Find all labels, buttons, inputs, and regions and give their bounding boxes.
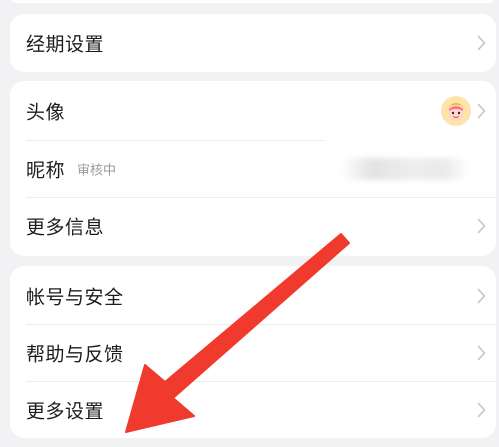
more-settings-row[interactable]: 更多设置 xyxy=(10,382,496,438)
nickname-row[interactable]: 昵称 审核中 xyxy=(10,141,496,197)
chevron-right-icon xyxy=(477,103,486,119)
period-settings-card: 经期设置 xyxy=(10,14,496,72)
more-info-row[interactable]: 更多信息 xyxy=(10,198,496,254)
top-partial-card xyxy=(10,0,496,3)
chevron-right-icon xyxy=(477,345,486,361)
nickname-status: 审核中 xyxy=(77,163,117,179)
help-feedback-label: 帮助与反馈 xyxy=(26,343,124,366)
account-security-row[interactable]: 帐号与安全 xyxy=(10,268,496,324)
account-card: 帐号与安全 帮助与反馈 更多设置 xyxy=(10,266,496,438)
account-security-label: 帐号与安全 xyxy=(26,286,124,309)
period-settings-label: 经期设置 xyxy=(26,33,105,56)
avatar-label: 头像 xyxy=(26,101,66,124)
chevron-right-icon xyxy=(477,288,486,304)
period-settings-row[interactable]: 经期设置 xyxy=(10,15,496,71)
chevron-right-icon xyxy=(477,218,486,234)
chevron-right-icon xyxy=(477,35,486,51)
more-settings-label: 更多设置 xyxy=(26,400,105,423)
profile-card: 头像 昵称 审核中 更多信息 xyxy=(10,81,496,256)
nickname-value-blurred xyxy=(340,158,470,180)
avatar-row[interactable]: 头像 xyxy=(10,83,496,139)
chevron-right-icon xyxy=(477,402,486,418)
avatar-image xyxy=(441,96,471,126)
nickname-label: 昵称 xyxy=(26,159,66,182)
more-info-label: 更多信息 xyxy=(26,216,105,239)
help-feedback-row[interactable]: 帮助与反馈 xyxy=(10,325,496,381)
avatar[interactable] xyxy=(441,96,471,126)
